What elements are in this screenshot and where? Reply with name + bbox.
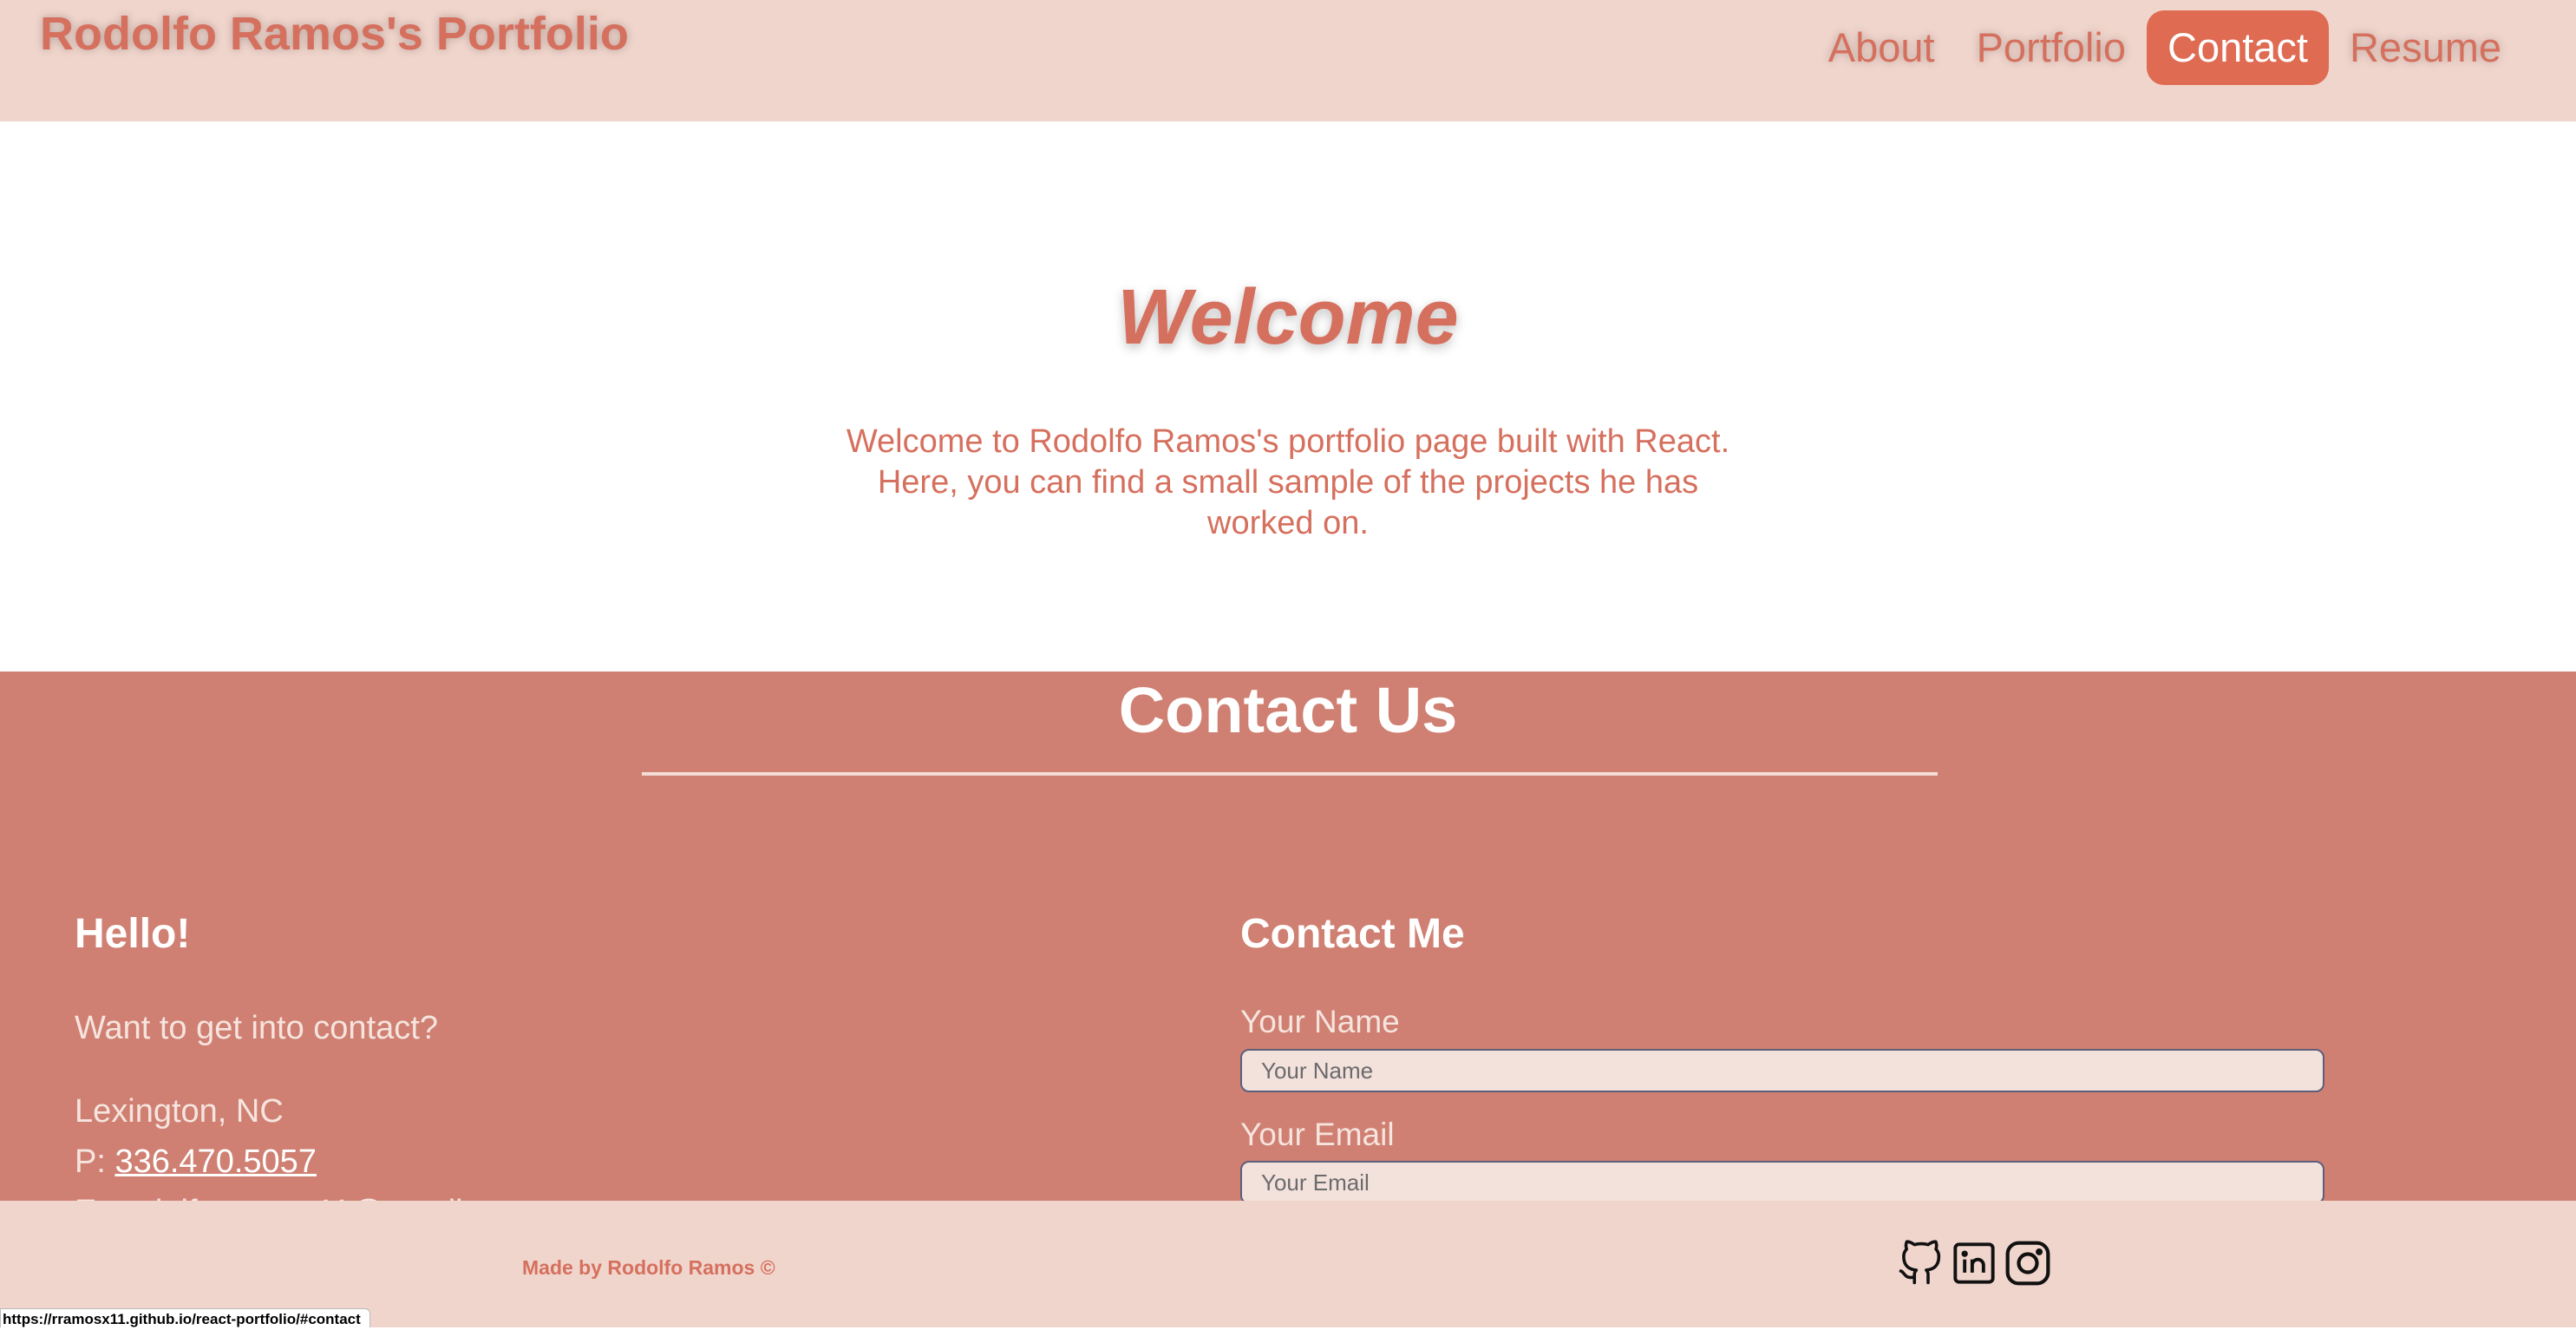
welcome-section: Welcome Welcome to Rodolfo Ramos's portf… — [0, 121, 2576, 672]
main-nav: About Portfolio Contact Resume — [1808, 10, 2522, 85]
github-icon[interactable] — [1895, 1237, 1945, 1289]
hello-heading: Hello! — [75, 911, 191, 957]
site-brand[interactable]: Rodolfo Ramos's Portfolio — [40, 7, 629, 61]
location-text: Lexington, NC — [75, 1093, 284, 1130]
contact-divider — [642, 772, 1938, 776]
nav-portfolio[interactable]: Portfolio — [1956, 10, 2147, 85]
email-label: Your Email — [1240, 1117, 1395, 1152]
site-header: Rodolfo Ramos's Portfolio About Portfoli… — [0, 0, 2576, 121]
status-url-tooltip: https://rramosx11.github.io/react-portfo… — [0, 1308, 370, 1327]
instagram-icon[interactable] — [2003, 1237, 2053, 1289]
phone-link[interactable]: 336.470.5057 — [114, 1143, 316, 1180]
hello-prompt: Want to get into contact? — [75, 1010, 438, 1046]
welcome-text: Welcome to Rodolfo Ramos's portfolio pag… — [833, 422, 1743, 544]
nav-resume[interactable]: Resume — [2329, 10, 2522, 85]
contact-title: Contact Us — [1118, 674, 1458, 746]
welcome-line-2: Here, you can find a small sample of the… — [877, 464, 1699, 501]
footer-credit: Made by Rodolfo Ramos © — [522, 1256, 775, 1279]
phone-row: P: 336.470.5057 — [75, 1137, 490, 1187]
social-links — [1895, 1237, 2053, 1289]
nav-about[interactable]: About — [1808, 10, 1956, 85]
contact-section: Contact Us Hello! Want to get into conta… — [0, 672, 2576, 1230]
linkedin-icon[interactable] — [1949, 1237, 1999, 1289]
name-label: Your Name — [1240, 1004, 1400, 1039]
email-input[interactable] — [1240, 1161, 2324, 1204]
nav-contact[interactable]: Contact — [2147, 10, 2329, 85]
welcome-line-1: Welcome to Rodolfo Ramos's portfolio pag… — [846, 423, 1730, 460]
name-input[interactable] — [1240, 1049, 2324, 1092]
welcome-title: Welcome — [1117, 274, 1459, 361]
phone-prefix: P: — [75, 1143, 115, 1180]
contact-me-heading: Contact Me — [1240, 911, 1465, 957]
site-footer: Made by Rodolfo Ramos © — [0, 1201, 2576, 1327]
welcome-line-3: worked on. — [1207, 505, 1369, 541]
